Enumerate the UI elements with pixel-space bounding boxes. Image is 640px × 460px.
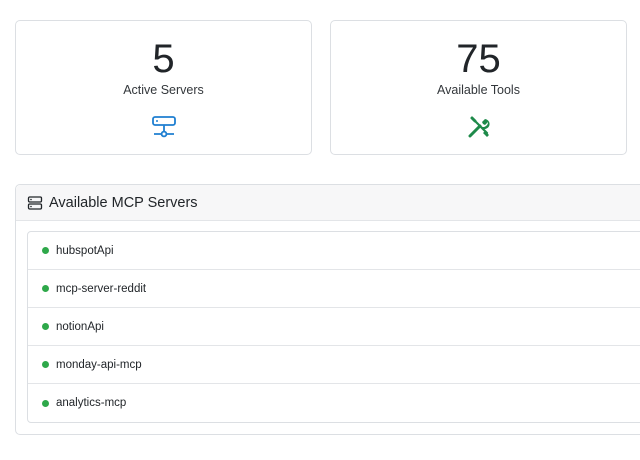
server-stack-icon: [27, 195, 43, 210]
available-tools-card: 75 Available Tools: [330, 20, 627, 155]
active-servers-count: 5: [152, 37, 175, 81]
server-name: notionApi: [56, 320, 104, 333]
panel-header: Available MCP Servers: [16, 185, 640, 221]
panel-title: Available MCP Servers: [49, 194, 198, 211]
server-name: hubspotApi: [56, 244, 114, 257]
active-servers-label: Active Servers: [123, 83, 204, 97]
status-dot: [42, 323, 49, 330]
server-name: analytics-mcp: [56, 397, 127, 409]
status-dot: [42, 399, 49, 407]
status-dot: [42, 247, 49, 254]
server-list-item[interactable]: notionApi: [28, 308, 640, 346]
server-name: monday-api-mcp: [56, 358, 142, 371]
status-dot: [42, 361, 49, 368]
server-list-item[interactable]: hubspotApi: [28, 232, 640, 270]
server-network-icon: [151, 116, 176, 138]
server-list-item[interactable]: monday-api-mcp: [28, 346, 640, 384]
dashboard: 5 Active Servers 75 Available Tools Avai…: [0, 0, 640, 460]
server-list-item[interactable]: analytics-mcp: [28, 384, 640, 422]
server-list-item[interactable]: mcp-server-reddit: [28, 270, 640, 308]
available-tools-label: Available Tools: [437, 83, 520, 97]
tools-icon: [468, 116, 490, 138]
available-tools-count: 75: [456, 37, 501, 81]
status-dot: [42, 285, 49, 292]
server-name: mcp-server-reddit: [56, 282, 147, 295]
active-servers-card: 5 Active Servers: [15, 20, 312, 155]
mcp-servers-panel: Available MCP Servers hubspotApi mcp-ser…: [15, 184, 640, 435]
server-list: hubspotApi mcp-server-reddit notionApi m…: [27, 231, 640, 423]
